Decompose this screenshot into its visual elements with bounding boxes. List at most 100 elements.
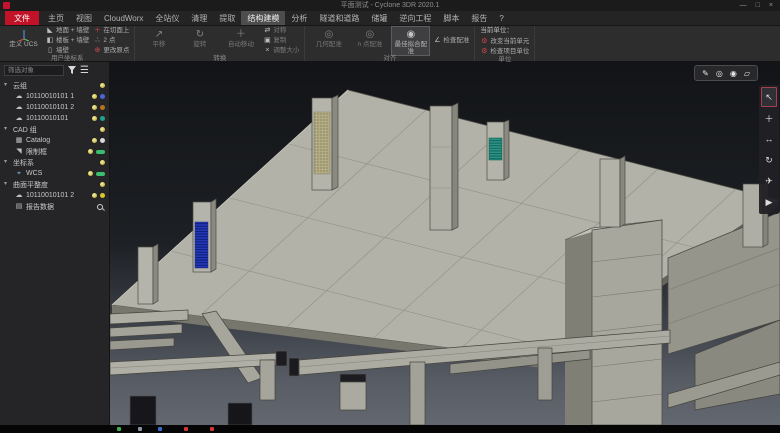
visibility-bulb-icon[interactable]	[92, 138, 97, 143]
color-swatch[interactable]	[100, 94, 105, 99]
restore-button[interactable]: □	[756, 0, 760, 11]
distance-info-tool-icon[interactable]: ◉	[730, 69, 737, 78]
change-current-unit-button[interactable]: ⚙改变当前单元	[480, 38, 529, 46]
tree-item-label: 10110010101 2	[26, 192, 74, 199]
translate-button[interactable]: ↗平移	[140, 27, 177, 55]
point-info-tool-icon[interactable]: ◎	[716, 69, 723, 78]
cloud-icon: ☁	[15, 93, 23, 101]
walk-tool-icon[interactable]: ▶	[761, 192, 777, 212]
tab-analysis[interactable]: 分析	[285, 11, 313, 25]
define-ucs-button[interactable]: 定义 UCS	[5, 27, 42, 55]
taskbar-icon[interactable]	[210, 427, 214, 431]
resize-button[interactable]: ×调整大小	[263, 47, 299, 55]
tab-tunnel-road[interactable]: 隧道和道路	[313, 11, 365, 25]
duplicate-label: 复制	[273, 37, 286, 45]
tree-item[interactable]: ⌖WCS	[0, 168, 109, 179]
tree-item[interactable]: ☁10110010101 2	[0, 102, 109, 113]
change-origin-button[interactable]: ⊕更改原点	[93, 47, 129, 55]
visibility-bulb-icon[interactable]	[100, 83, 105, 88]
toggle-pill[interactable]	[96, 172, 105, 176]
tree-menu-icon[interactable]: ☰	[80, 66, 89, 76]
select-tool-icon[interactable]: ↖	[761, 87, 777, 107]
filter-input[interactable]	[4, 65, 64, 76]
cloud-icon: ☁	[15, 115, 23, 123]
tree-group[interactable]: ▾曲面平整度	[0, 179, 109, 190]
two-points-button[interactable]: ∴2 点	[93, 37, 129, 45]
tab-extract[interactable]: 提取	[213, 11, 241, 25]
expander-icon[interactable]: ▾	[4, 159, 10, 166]
tab-file[interactable]: 文件	[5, 11, 39, 25]
tree-item[interactable]: ☁10110010101 1	[0, 91, 109, 102]
tree-group[interactable]: ▾CAD 组	[0, 124, 109, 135]
slab-wall-label: 楼板 + 墙壁	[56, 37, 89, 45]
taskbar-icon[interactable]	[158, 427, 162, 431]
tree-item[interactable]: ☁10110010101	[0, 113, 109, 124]
tree-item[interactable]: ☁10110010101 2	[0, 190, 109, 201]
check-registration-button[interactable]: ∠检查配准	[433, 37, 469, 45]
viewport-3d[interactable]: ✎ ◎ ◉ ▱ ↖＋↔↻✈▶	[110, 62, 780, 425]
check-project-units-button[interactable]: ⚙检查项目单位	[480, 48, 529, 56]
pan-tool-icon[interactable]: ＋	[761, 108, 777, 128]
visibility-bulb-icon[interactable]	[92, 193, 97, 198]
visibility-bulb-icon[interactable]	[92, 105, 97, 110]
label-tool-icon[interactable]: ▱	[744, 69, 750, 78]
visibility-bulb-icon[interactable]	[92, 116, 97, 121]
expander-icon[interactable]: ▾	[4, 181, 10, 188]
tree-item[interactable]: ▦Catalog	[0, 135, 109, 146]
visibility-bulb-icon[interactable]	[100, 127, 105, 132]
filter-icon[interactable]	[68, 66, 76, 75]
mirror-button[interactable]: ⇄对称	[263, 27, 299, 35]
color-swatch[interactable]	[100, 116, 105, 121]
duplicate-button[interactable]: ▣复制	[263, 37, 299, 45]
tab-report[interactable]: 报告	[465, 11, 493, 25]
color-swatch[interactable]	[100, 193, 105, 198]
tab-home[interactable]: 主页	[42, 11, 70, 25]
tab-help[interactable]: ?	[493, 11, 509, 25]
auto-move-button[interactable]: ＋自动移动	[222, 27, 259, 55]
tab-total-station[interactable]: 全站仪	[149, 11, 185, 25]
tree-item-label: Catalog	[26, 137, 50, 144]
n-points-registration-button[interactable]: ◎n 点配准	[351, 27, 388, 55]
slab-wall-button[interactable]: ◧楼板 + 墙壁	[46, 37, 89, 45]
taskbar-icon[interactable]	[184, 427, 188, 431]
wall-button[interactable]: ▯墙壁	[46, 47, 89, 55]
on-section-button[interactable]: ＋在切面上	[93, 27, 129, 35]
tree-item[interactable]: ▤报告数据	[0, 201, 109, 212]
tab-tank[interactable]: 储罐	[365, 11, 393, 25]
tab-clean[interactable]: 清理	[185, 11, 213, 25]
zoom-to-icon[interactable]	[97, 204, 103, 210]
fly-tool-icon[interactable]: ✈	[761, 171, 777, 191]
minimize-button[interactable]: —	[740, 0, 747, 11]
tab-reverse-engineering[interactable]: 逆向工程	[393, 11, 437, 25]
close-button[interactable]: ×	[769, 0, 773, 11]
tab-bar: 文件主页视图CloudWorx全站仪清理提取结构建模分析隧道和道路储罐逆向工程脚…	[0, 11, 780, 26]
orbit-tool-icon[interactable]: ↻	[761, 150, 777, 170]
visibility-bulb-icon[interactable]	[88, 171, 93, 176]
visibility-bulb-icon[interactable]	[100, 160, 105, 165]
fit-tool-icon[interactable]: ↔	[761, 129, 777, 149]
tree-group[interactable]: ▾坐标系	[0, 157, 109, 168]
color-swatch[interactable]	[100, 105, 105, 110]
tab-cloudworx[interactable]: CloudWorx	[98, 11, 149, 25]
visibility-bulb-icon[interactable]	[100, 182, 105, 187]
toggle-pill[interactable]	[96, 150, 105, 154]
expander-icon[interactable]: ▾	[4, 126, 10, 133]
expander-icon[interactable]: ▾	[4, 82, 10, 89]
tab-view[interactable]: 视图	[70, 11, 98, 25]
visibility-bulb-icon[interactable]	[92, 94, 97, 99]
taskbar-icon[interactable]	[138, 427, 142, 431]
best-fit-registration-button[interactable]: ◉最佳拟合配准	[392, 27, 429, 55]
geo-registration-button[interactable]: ◎几何配准	[310, 27, 347, 55]
ground-wall-button[interactable]: ◣地面 + 墙壁	[46, 27, 89, 35]
color-swatch[interactable]	[100, 138, 105, 143]
slab-wall-icon: ◧	[46, 37, 54, 45]
translate-label: 平移	[152, 41, 165, 48]
visibility-bulb-icon[interactable]	[88, 149, 93, 154]
measure-tool-icon[interactable]: ✎	[702, 69, 709, 78]
tab-construction-modeling[interactable]: 结构建模	[241, 11, 285, 25]
tab-script[interactable]: 脚本	[437, 11, 465, 25]
rotate-button[interactable]: ↻旋转	[181, 27, 218, 55]
taskbar-icon[interactable]	[117, 427, 121, 431]
tree-group[interactable]: ▾云组	[0, 80, 109, 91]
tree-item[interactable]: ◥限制框	[0, 146, 109, 157]
